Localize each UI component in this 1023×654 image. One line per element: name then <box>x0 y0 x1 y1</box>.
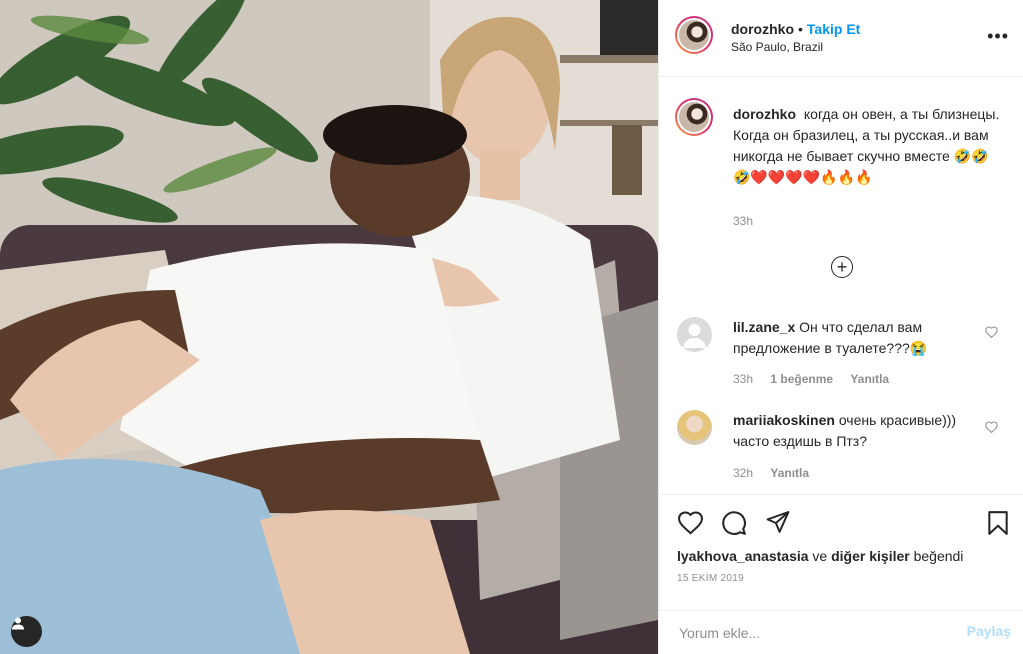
likes-suffix: beğendi <box>913 548 964 564</box>
author-username[interactable]: dorozhko <box>731 21 794 37</box>
share-icon[interactable] <box>765 510 791 535</box>
comment-item: lil.zane_x Он что сделал вам предложение… <box>677 317 1007 397</box>
author-avatar[interactable] <box>675 16 713 54</box>
post-date[interactable]: 15 EKİM 2019 <box>677 573 744 584</box>
user-icon <box>12 617 24 630</box>
post-side-panel: dorozhko • Takip Et São Paulo, Brazil ••• … <box>658 0 1023 654</box>
heart-icon[interactable] <box>677 510 704 535</box>
likes-connector: ve <box>812 548 828 564</box>
comment-likes-count[interactable]: 1 beğenme <box>770 372 833 386</box>
caption-username[interactable]: dorozhko <box>733 106 796 122</box>
other-likers-link[interactable]: diğer kişiler <box>831 548 910 564</box>
comment-icon[interactable] <box>721 510 747 536</box>
post-comment-button[interactable]: Paylaş <box>967 623 1011 639</box>
comment-input[interactable] <box>677 619 941 647</box>
comment-meta: 32h Yanıtla <box>733 466 809 480</box>
comment-like-heart-icon[interactable] <box>985 421 998 433</box>
photo-illustration <box>0 0 658 654</box>
comment-username[interactable]: mariiakoskinen <box>733 412 835 428</box>
caption-avatar[interactable] <box>675 98 713 136</box>
comment-like-heart-icon[interactable] <box>985 326 998 338</box>
comment-body: lil.zane_x Он что сделал вам предложение… <box>733 317 973 359</box>
tagged-users-button[interactable] <box>11 616 42 647</box>
comment-avatar[interactable] <box>677 317 712 352</box>
liker-username[interactable]: lyakhova_anastasia <box>677 548 809 564</box>
comment-meta: 33h 1 beğenme Yanıtla <box>733 372 889 386</box>
more-icon[interactable]: ••• <box>987 26 1009 47</box>
header-title: dorozhko • Takip Et <box>731 21 860 39</box>
likes-summary: lyakhova_anastasia ve diğer kişiler beğe… <box>677 548 963 564</box>
separator-dot: • <box>798 21 803 37</box>
comment-avatar[interactable] <box>677 410 712 445</box>
comment-reply-button[interactable]: Yanıtla <box>770 466 809 480</box>
comment-time: 32h <box>733 466 754 480</box>
comment-username[interactable]: lil.zane_x <box>733 319 795 335</box>
post-actions: lyakhova_anastasia ve diğer kişiler beğe… <box>659 494 1023 610</box>
load-more-comments-button[interactable]: + <box>831 256 853 278</box>
bookmark-icon[interactable] <box>987 510 1009 536</box>
default-avatar-icon <box>683 324 706 348</box>
caption-time: 33h <box>733 214 754 228</box>
follow-button[interactable]: Takip Et <box>807 21 860 37</box>
caption: dorozhko когда он овен, а ты близнецы. К… <box>733 104 1003 188</box>
comment-form: Paylaş <box>659 610 1023 654</box>
comment-reply-button[interactable]: Yanıtla <box>850 372 889 386</box>
location-link[interactable]: São Paulo, Brazil <box>731 40 823 54</box>
comment-body: mariiakoskinen очень красивые))) часто е… <box>733 410 973 452</box>
comment-item: mariiakoskinen очень красивые))) часто е… <box>677 410 1007 485</box>
post-header: dorozhko • Takip Et São Paulo, Brazil ••• <box>659 0 1023 77</box>
post-photo[interactable] <box>0 0 658 654</box>
comment-time: 33h <box>733 372 754 386</box>
